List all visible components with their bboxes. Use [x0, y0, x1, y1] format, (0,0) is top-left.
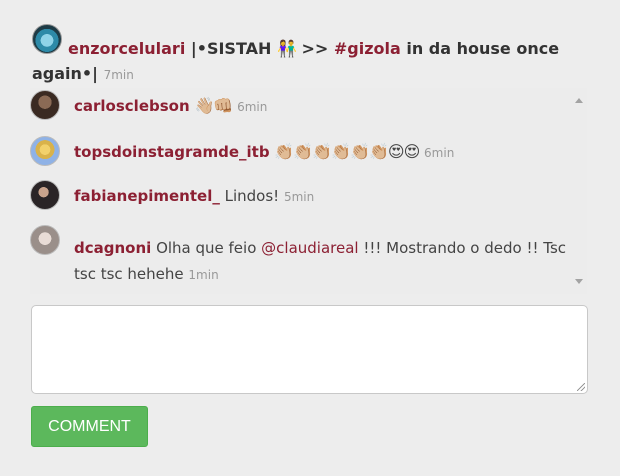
- comment-emoji: 👋🏼👊🏼: [194, 96, 233, 115]
- commenter-username[interactable]: fabianepimentel_: [74, 187, 220, 205]
- scroll-up-arrow-icon[interactable]: [575, 98, 583, 103]
- comments-list[interactable]: carlosclebson 👋🏼👊🏼 6min topsdoinstagramd…: [30, 88, 587, 294]
- commenter-username[interactable]: dcagnoni: [74, 239, 151, 257]
- commenter-username[interactable]: topsdoinstagramde_itb: [74, 143, 270, 161]
- resize-handle-icon[interactable]: [577, 383, 585, 391]
- comment-button[interactable]: COMMENT: [31, 406, 148, 447]
- comment-timestamp: 6min: [237, 100, 268, 114]
- comment-timestamp: 6min: [424, 146, 455, 160]
- mention-link[interactable]: @claudiareal: [261, 239, 358, 257]
- hashtag-link[interactable]: #gizola: [334, 39, 401, 58]
- commenter-avatar[interactable]: [30, 225, 60, 255]
- comment-body: topsdoinstagramde_itb 👏🏼👏🏼👏🏼👏🏼👏🏼👏🏼😍😍 6mi…: [74, 139, 570, 166]
- post-timestamp: 7min: [103, 68, 134, 82]
- comment-body: dcagnoni Olha que feio @claudiareal !!! …: [74, 235, 570, 288]
- comment-text-before: Olha que feio: [151, 239, 262, 257]
- comment-body: carlosclebson 👋🏼👊🏼 6min: [74, 93, 570, 120]
- comment-text: Lindos!: [219, 187, 284, 205]
- commenter-avatar[interactable]: [30, 180, 60, 210]
- post-caption: enzorcelulari |•SISTAH 👫 >> #gizola in d…: [32, 36, 592, 88]
- comment-timestamp: 5min: [283, 190, 315, 204]
- caption-text-mid: >>: [295, 39, 334, 58]
- scroll-down-arrow-icon[interactable]: [575, 279, 583, 284]
- caption-text-before: |•SISTAH: [185, 39, 277, 58]
- commenter-avatar[interactable]: [30, 90, 60, 120]
- comment-body: fabianepimentel_ Lindos! 5min: [74, 183, 570, 210]
- couple-emoji: 👫: [276, 39, 297, 58]
- commenter-avatar[interactable]: [30, 136, 60, 166]
- comment-textarea[interactable]: [31, 305, 588, 394]
- comment-emoji: 👏🏼👏🏼👏🏼👏🏼👏🏼👏🏼😍😍: [274, 142, 420, 161]
- comments-scrollbar[interactable]: [570, 88, 587, 294]
- comment-timestamp: 1min: [188, 268, 219, 282]
- post-author-username[interactable]: enzorcelulari: [68, 39, 185, 58]
- commenter-username[interactable]: carlosclebson: [74, 97, 190, 115]
